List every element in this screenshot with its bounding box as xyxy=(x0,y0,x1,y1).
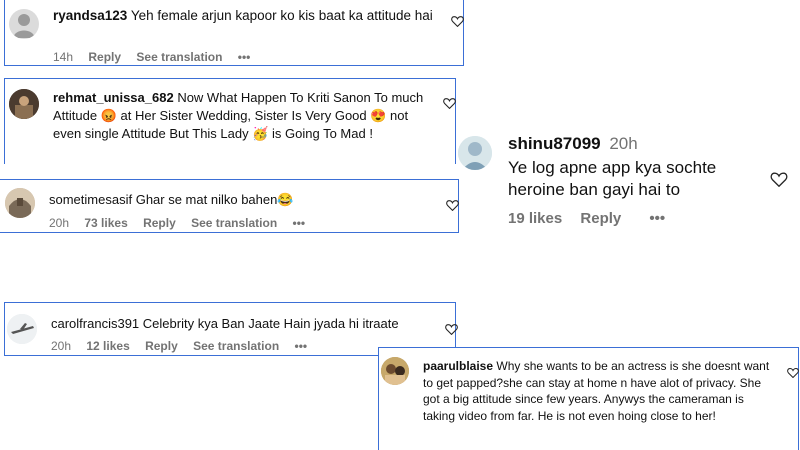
comment-meta: 19 likes Reply ••• xyxy=(508,210,677,227)
comment-meta: 14h Reply See translation ••• xyxy=(53,50,262,64)
reply-button[interactable]: Reply xyxy=(580,210,621,227)
avatar[interactable] xyxy=(9,89,39,119)
avatar[interactable] xyxy=(9,9,39,39)
default-avatar-icon xyxy=(13,14,35,38)
comment-age: 20h xyxy=(49,216,70,230)
comment-username[interactable]: shinu87099 xyxy=(508,134,601,153)
comment-username[interactable]: rehmat_unissa_682 xyxy=(53,90,174,105)
more-options-icon[interactable]: ••• xyxy=(295,339,308,353)
avatar[interactable] xyxy=(5,188,35,218)
avatar[interactable] xyxy=(458,136,492,170)
comment-card-paarulblaise: paarulblaise Why she wants to be an actr… xyxy=(378,347,799,450)
reply-button[interactable]: Reply xyxy=(145,339,178,353)
comment-username[interactable]: paarulblaise xyxy=(423,359,493,373)
likes-count[interactable]: 19 likes xyxy=(508,210,562,227)
likes-count[interactable]: 73 likes xyxy=(84,216,127,230)
comment-meta: 20h 73 likes Reply See translation ••• xyxy=(49,216,317,230)
like-heart-icon[interactable] xyxy=(443,97,456,109)
reply-button[interactable]: Reply xyxy=(88,50,121,64)
see-translation-link[interactable]: See translation xyxy=(136,50,222,64)
reply-button[interactable]: Reply xyxy=(143,216,176,230)
comment-username[interactable]: ryandsa123 xyxy=(53,8,127,23)
comment-card-shinu87099: shinu87099 20h Ye log apne app kya socht… xyxy=(458,130,800,240)
comment-card-ryandsa123: ryandsa123 Yeh female arjun kapoor ko ki… xyxy=(4,0,464,66)
like-heart-icon[interactable] xyxy=(770,171,788,187)
comment-meta: 20h 12 likes Reply See translation ••• xyxy=(51,339,319,353)
comment-age: 14h xyxy=(53,50,74,64)
avatar[interactable] xyxy=(7,314,37,344)
likes-count[interactable]: 12 likes xyxy=(86,339,129,353)
more-options-icon[interactable]: ••• xyxy=(293,216,306,230)
avatar[interactable] xyxy=(381,357,409,385)
comment-text: Yeh female arjun kapoor ko kis baat ka a… xyxy=(130,8,433,23)
like-heart-icon[interactable] xyxy=(787,367,799,378)
comment-username[interactable]: sometimesasif xyxy=(49,192,132,207)
comment-text: Ye log apne app kya sochte heroine ban g… xyxy=(508,158,717,199)
comment-age: 20h xyxy=(51,339,72,353)
comment-username[interactable]: carolfrancis391 xyxy=(51,316,139,331)
more-options-icon[interactable]: ••• xyxy=(649,210,665,227)
like-heart-icon[interactable] xyxy=(445,323,458,335)
comment-text: Ghar se mat nilko bahen😂 xyxy=(135,192,294,207)
see-translation-link[interactable]: See translation xyxy=(191,216,277,230)
see-translation-link[interactable]: See translation xyxy=(193,339,279,353)
comment-card-sometimesasif: sometimesasif Ghar se mat nilko bahen😂 2… xyxy=(0,179,459,233)
comment-text: Celebrity kya Ban Jaate Hain jyada hi it… xyxy=(142,316,399,331)
comment-card-rehmat-unissa-682: rehmat_unissa_682 Now What Happen To Kri… xyxy=(4,78,456,164)
comment-age: 20h xyxy=(609,134,638,153)
like-heart-icon[interactable] xyxy=(451,15,464,27)
more-options-icon[interactable]: ••• xyxy=(238,50,251,64)
